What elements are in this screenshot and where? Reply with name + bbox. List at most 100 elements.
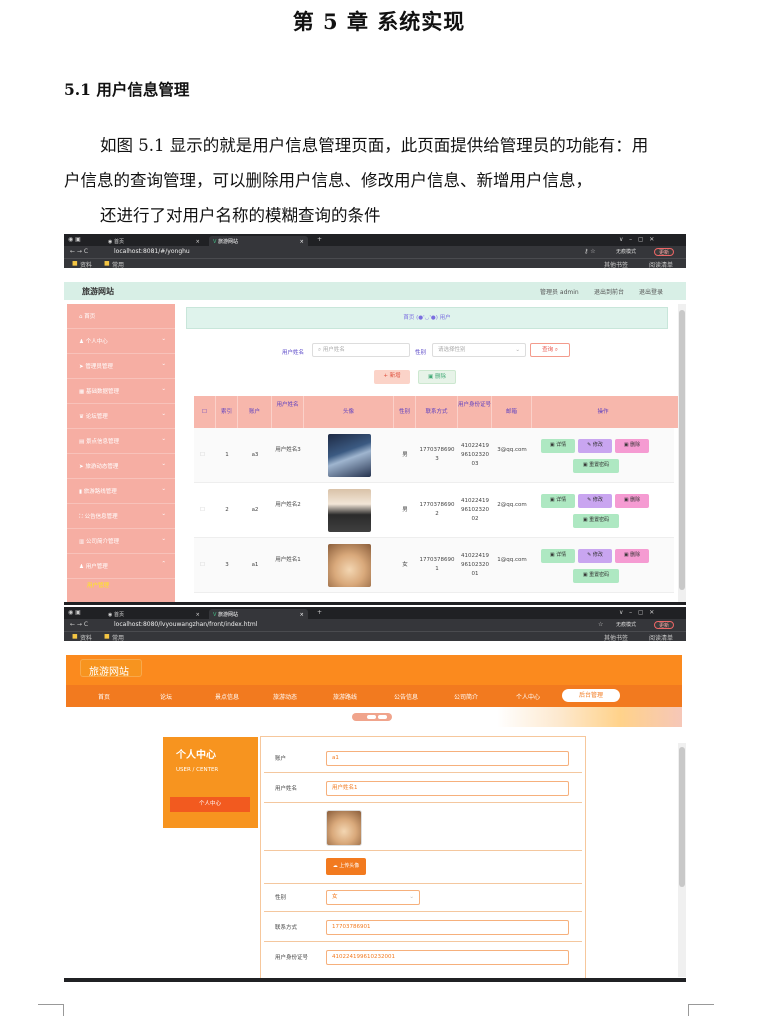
address-bar: ← → C localhost:8080/lvyouwangzhan/front… <box>64 619 686 631</box>
nav-arrows-icon[interactable]: ← → C <box>70 248 88 255</box>
cell-index: 1 <box>225 452 229 458</box>
breadcrumb: 首页 (●'◡'●) 用户 <box>186 307 668 329</box>
nav-arrows-icon[interactable]: ← → C <box>70 621 88 628</box>
sidebar-item-company[interactable]: ▥ 公司简介管理 ⌄ <box>67 529 175 554</box>
edit-button[interactable]: ✎ 修改 <box>578 439 612 453</box>
sidebar-item-scenic[interactable]: ▤ 景点信息管理 ⌄ <box>67 429 175 454</box>
table-row: ☐ 3 a1 用户姓名1 女 17703786901 4102241996102… <box>194 538 674 593</box>
column-header: 邮箱 <box>492 396 532 428</box>
card-button[interactable]: 个人中心 <box>170 797 250 812</box>
browser-tab[interactable]: V 旅游网站 × <box>209 236 308 246</box>
new-tab-icon[interactable]: + <box>317 236 322 243</box>
incognito-badge[interactable]: 无痕模式 <box>612 248 640 256</box>
nav-item[interactable]: 论坛 <box>160 692 172 701</box>
column-header: 性别 <box>394 396 416 428</box>
phone-input[interactable]: 17703786901 <box>326 920 569 935</box>
cell-account: a1 <box>251 562 259 568</box>
update-button[interactable]: 更新 <box>654 248 675 256</box>
logout-link[interactable]: 退出登录 <box>639 287 663 296</box>
reset-password-button[interactable]: ▣ 重置密码 <box>573 514 619 528</box>
browser-tab[interactable]: ◉ 首页 × <box>104 236 204 246</box>
body-paragraph: 如图 5.1 显示的就是用户信息管理页面，此页面提供给管理员的功能有：用 户信息… <box>64 128 704 233</box>
nav-item[interactable]: 景点信息 <box>215 692 239 701</box>
nav-item[interactable]: 个人中心 <box>516 692 540 701</box>
table-row: ☐ 2 a2 用户姓名2 男 17703786902 4102241996102… <box>194 483 674 538</box>
to-front-link[interactable]: 退出到前台 <box>594 287 624 296</box>
nav-item[interactable]: 公司简介 <box>454 692 478 701</box>
table-row: ☐ 1 a3 用户姓名3 男 17703786903 4102241996102… <box>194 428 674 483</box>
nav-item[interactable]: 旅游路线 <box>333 692 357 701</box>
edit-button[interactable]: ✎ 修改 <box>578 494 612 508</box>
folder-icon: ■ <box>72 633 78 640</box>
sidebar-item-users[interactable]: ♟ 用户管理 ⌃ <box>67 554 175 579</box>
account-input[interactable]: a1 <box>326 751 569 766</box>
row-checkbox[interactable]: ☐ <box>200 506 205 515</box>
sidebar-item-routes[interactable]: ▮ 旅游路线管理 ⌄ <box>67 479 175 504</box>
sidebar-subitem-users[interactable]: 用户管理 <box>87 581 109 589</box>
window-controls[interactable]: ∨ – ▢ ✕ <box>619 609 654 616</box>
gender-label: 性别 <box>415 350 427 356</box>
nav-item[interactable]: 公告信息 <box>394 692 418 701</box>
browser-tab[interactable]: V 旅游网站 × <box>209 609 308 619</box>
url-input[interactable]: localhost:8080/lvyouwangzhan/front/index… <box>114 621 257 628</box>
name-input[interactable]: 用户姓名1 <box>326 781 569 796</box>
reset-password-button[interactable]: ▣ 重置密码 <box>573 569 619 583</box>
gender-select[interactable]: 女 ⌄ <box>326 890 420 905</box>
carousel-dots[interactable] <box>352 713 392 721</box>
row-delete-button[interactable]: ▣ 删除 <box>615 494 649 508</box>
para-line: 户信息的查询管理，可以删除用户信息、修改用户信息、新增用户信息， <box>64 171 592 190</box>
table-header: ☐ 索引 账户 用户姓名 头像 性别 联系方式 用户身份证号 邮箱 操作 <box>194 396 686 428</box>
gender-select[interactable]: 请选择性别 ⌄ <box>432 343 526 357</box>
idcard-input[interactable]: 410224199610232001 <box>326 950 569 965</box>
scrollbar[interactable] <box>678 743 686 977</box>
sidebar-item-notice[interactable]: ⛶ 公告信息管理 ⌄ <box>67 504 175 529</box>
scrollbar[interactable] <box>678 304 686 604</box>
user-avatar <box>328 489 371 532</box>
profile-avatar <box>326 810 362 846</box>
incognito-badge[interactable]: 无痕模式 <box>612 621 640 629</box>
search-input[interactable]: ⌕ 用户姓名 <box>312 343 410 357</box>
query-button[interactable]: 查询 ⌕ <box>530 343 570 357</box>
url-input[interactable]: localhost:8081/#/yonghu <box>114 248 190 255</box>
update-button[interactable]: 更新 <box>654 621 675 629</box>
form-label: 性别 <box>275 895 287 901</box>
key-icon[interactable]: ⚷ ☆ <box>584 248 596 255</box>
window-controls[interactable]: ∨ – ▢ ✕ <box>619 236 654 243</box>
browser-tabstrip: ◉ ▣ ◉ 首页 × V 旅游网站 × + ∨ – ▢ ✕ <box>64 607 686 619</box>
sidebar-item-basedata[interactable]: ▦ 基础数据管理 ⌄ <box>67 379 175 404</box>
detail-button[interactable]: ▣ 详情 <box>541 439 575 453</box>
cell-gender: 男 <box>402 507 408 513</box>
row-checkbox[interactable]: ☐ <box>200 451 205 460</box>
sidebar-item-home[interactable]: ⌂ 首页 <box>67 304 175 329</box>
form-row: 性别 女 ⌄ <box>264 884 582 912</box>
sidebar-item-admins[interactable]: ➤ 管理员管理 ⌄ <box>67 354 175 379</box>
add-button[interactable]: + 新增 <box>374 370 410 384</box>
sidebar-item-news[interactable]: ➤ 旅游动态管理 ⌄ <box>67 454 175 479</box>
delete-button[interactable]: ▣ 删除 <box>418 370 456 384</box>
reset-password-button[interactable]: ▣ 重置密码 <box>573 459 619 473</box>
row-delete-button[interactable]: ▣ 删除 <box>615 439 649 453</box>
cell-account: a2 <box>251 507 259 513</box>
detail-button[interactable]: ▣ 详情 <box>541 494 575 508</box>
cell-gender: 女 <box>402 562 408 568</box>
detail-button[interactable]: ▣ 详情 <box>541 549 575 563</box>
select-all-checkbox[interactable]: ☐ <box>194 396 216 428</box>
search-label: 用户姓名 <box>282 350 305 356</box>
nav-item[interactable]: 首页 <box>98 692 110 701</box>
cell-account: a3 <box>251 452 259 458</box>
cell-name: 用户姓名1 <box>275 557 301 563</box>
form-row: 用户姓名 用户姓名1 <box>264 775 582 803</box>
browser-tab[interactable]: ◉ 首页 × <box>104 609 204 619</box>
row-checkbox[interactable]: ☐ <box>200 561 205 570</box>
upload-avatar-button[interactable]: ☁ 上传头像 <box>326 858 366 875</box>
sidebar-item-profile[interactable]: ♟ 个人中心 ⌄ <box>67 329 175 354</box>
row-delete-button[interactable]: ▣ 删除 <box>615 549 649 563</box>
edit-button[interactable]: ✎ 修改 <box>578 549 612 563</box>
nav-item[interactable]: 旅游动态 <box>273 692 297 701</box>
sidebar-item-forum[interactable]: ♛ 论坛管理 ⌄ <box>67 404 175 429</box>
cell-name: 用户姓名3 <box>275 447 301 453</box>
admin-nav-button[interactable]: 后台管理 <box>562 689 620 702</box>
column-header: 索引 <box>216 396 238 428</box>
new-tab-icon[interactable]: + <box>317 609 322 616</box>
star-icon[interactable]: ☆ <box>598 621 603 628</box>
